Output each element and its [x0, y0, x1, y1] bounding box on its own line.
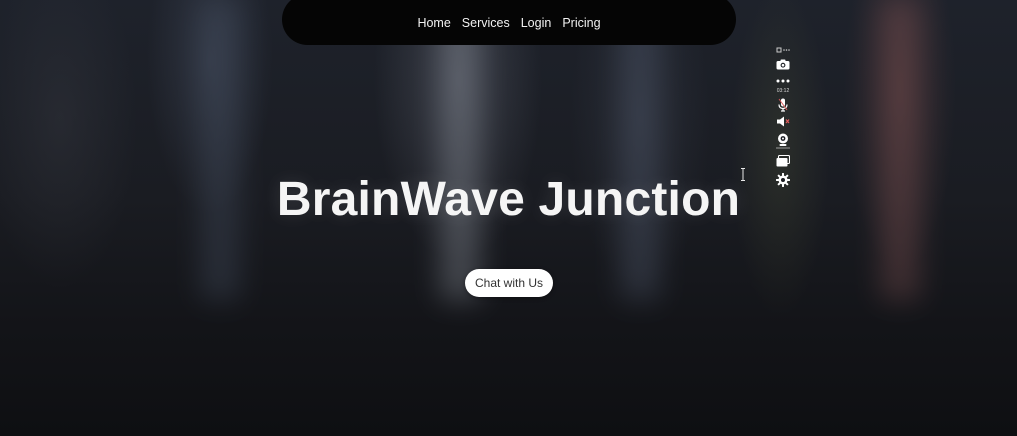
text-cursor-icon	[741, 168, 745, 181]
microphone-icon[interactable]	[778, 96, 788, 113]
background-blur-streak	[880, 0, 920, 300]
background-blur-streak	[200, 0, 240, 300]
screen-share-icon[interactable]	[776, 151, 790, 171]
nav-link-home[interactable]: Home	[417, 16, 450, 30]
background-blur-streak	[440, 0, 480, 300]
speaker-icon[interactable]	[776, 113, 790, 130]
gear-icon[interactable]	[776, 171, 790, 189]
screenshot-camera-icon[interactable]	[776, 55, 790, 73]
more-dots-icon[interactable]	[776, 76, 790, 86]
nav-link-pricing[interactable]: Pricing	[562, 16, 600, 30]
page-background: Home Services Login Pricing BrainWave Ju…	[0, 0, 1017, 436]
hero-title: BrainWave Junction	[276, 173, 741, 226]
nav-link-login[interactable]: Login	[521, 16, 552, 30]
chat-with-us-button[interactable]: Chat with Us	[465, 269, 553, 297]
nav-link-services[interactable]: Services	[462, 16, 510, 30]
recording-timer: 03:12	[776, 87, 790, 94]
top-navigation-bar: Home Services Login Pricing	[282, 0, 736, 45]
webcam-icon[interactable]	[776, 131, 790, 151]
background-blur-streak	[620, 0, 660, 300]
screen-recorder-toolbar: 03:12	[772, 46, 794, 189]
recorder-drag-handle-icon[interactable]	[776, 46, 790, 54]
